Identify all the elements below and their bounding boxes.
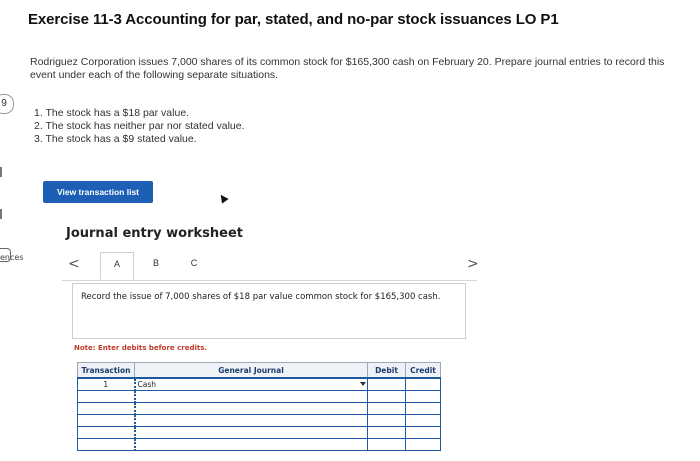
- previous-entry-chevron-icon[interactable]: <: [68, 256, 80, 272]
- transaction-number-cell: 1: [77, 377, 136, 391]
- view-transaction-list-button[interactable]: View transaction list: [43, 181, 153, 203]
- account-select[interactable]: [134, 390, 368, 403]
- question-number-badge[interactable]: 9: [0, 94, 14, 114]
- column-header-transaction: Transaction: [77, 362, 135, 379]
- divider-tick: [0, 209, 2, 219]
- transaction-number-cell: [77, 402, 136, 415]
- transaction-number-cell: [77, 414, 136, 427]
- mouse-cursor-icon: [217, 192, 229, 204]
- requirement-item: 2. The stock has neither par nor stated …: [34, 120, 245, 132]
- column-header-credit: Credit: [405, 362, 441, 379]
- left-side-panel: 9 ences: [0, 0, 23, 461]
- transaction-number-cell: [77, 390, 136, 403]
- instruction-text: Record the issue of 7,000 shares of $18 …: [81, 292, 441, 302]
- exercise-intro: Rodriguez Corporation issues 7,000 share…: [30, 56, 665, 81]
- account-select[interactable]: [134, 402, 368, 415]
- credit-input[interactable]: [405, 438, 441, 451]
- credit-input[interactable]: [405, 414, 441, 427]
- tab-b[interactable]: B: [146, 252, 166, 280]
- table-row: 1 Cash: [77, 377, 441, 391]
- instruction-box: Record the issue of 7,000 shares of $18 …: [72, 283, 466, 339]
- credit-input[interactable]: [405, 426, 441, 439]
- table-row: [77, 414, 441, 427]
- debit-input[interactable]: [367, 438, 406, 451]
- debit-input[interactable]: [367, 390, 406, 403]
- table-row: [77, 438, 441, 451]
- credit-input[interactable]: [405, 377, 441, 391]
- account-select[interactable]: [134, 426, 368, 439]
- debit-input[interactable]: [367, 377, 406, 391]
- tab-c[interactable]: C: [184, 252, 204, 280]
- requirements-list: 1. The stock has a $18 par value. 2. The…: [34, 107, 245, 146]
- tab-a[interactable]: A: [100, 252, 134, 280]
- credit-input[interactable]: [405, 390, 441, 403]
- chevron-down-icon[interactable]: [360, 382, 366, 386]
- divider-tick: [0, 167, 2, 177]
- references-label[interactable]: ences: [0, 253, 23, 262]
- requirement-item: 1. The stock has a $18 par value.: [34, 107, 190, 119]
- column-header-general-journal: General Journal: [134, 362, 368, 379]
- debit-input[interactable]: [367, 402, 406, 415]
- table-header-row: Transaction General Journal Debit Credit: [77, 362, 441, 379]
- worksheet-title: Journal entry worksheet: [66, 226, 243, 241]
- debit-input[interactable]: [367, 426, 406, 439]
- account-select[interactable]: [134, 438, 368, 451]
- journal-entry-table: Transaction General Journal Debit Credit…: [77, 362, 441, 451]
- entry-note: Note: Enter debits before credits.: [74, 344, 208, 352]
- tabs-divider: [62, 280, 477, 281]
- column-header-debit: Debit: [367, 362, 406, 379]
- account-select[interactable]: Cash: [134, 377, 368, 391]
- table-row: [77, 426, 441, 439]
- credit-input[interactable]: [405, 402, 441, 415]
- requirement-item: 3. The stock has a $9 stated value.: [34, 133, 197, 145]
- account-value: Cash: [137, 380, 157, 389]
- table-row: [77, 390, 441, 403]
- exercise-title: Exercise 11-3 Accounting for par, stated…: [28, 11, 559, 28]
- transaction-number-cell: [77, 426, 136, 439]
- table-row: [77, 402, 441, 415]
- account-select[interactable]: [134, 414, 368, 427]
- transaction-number-cell: [77, 438, 136, 451]
- next-entry-chevron-icon[interactable]: >: [467, 256, 479, 272]
- debit-input[interactable]: [367, 414, 406, 427]
